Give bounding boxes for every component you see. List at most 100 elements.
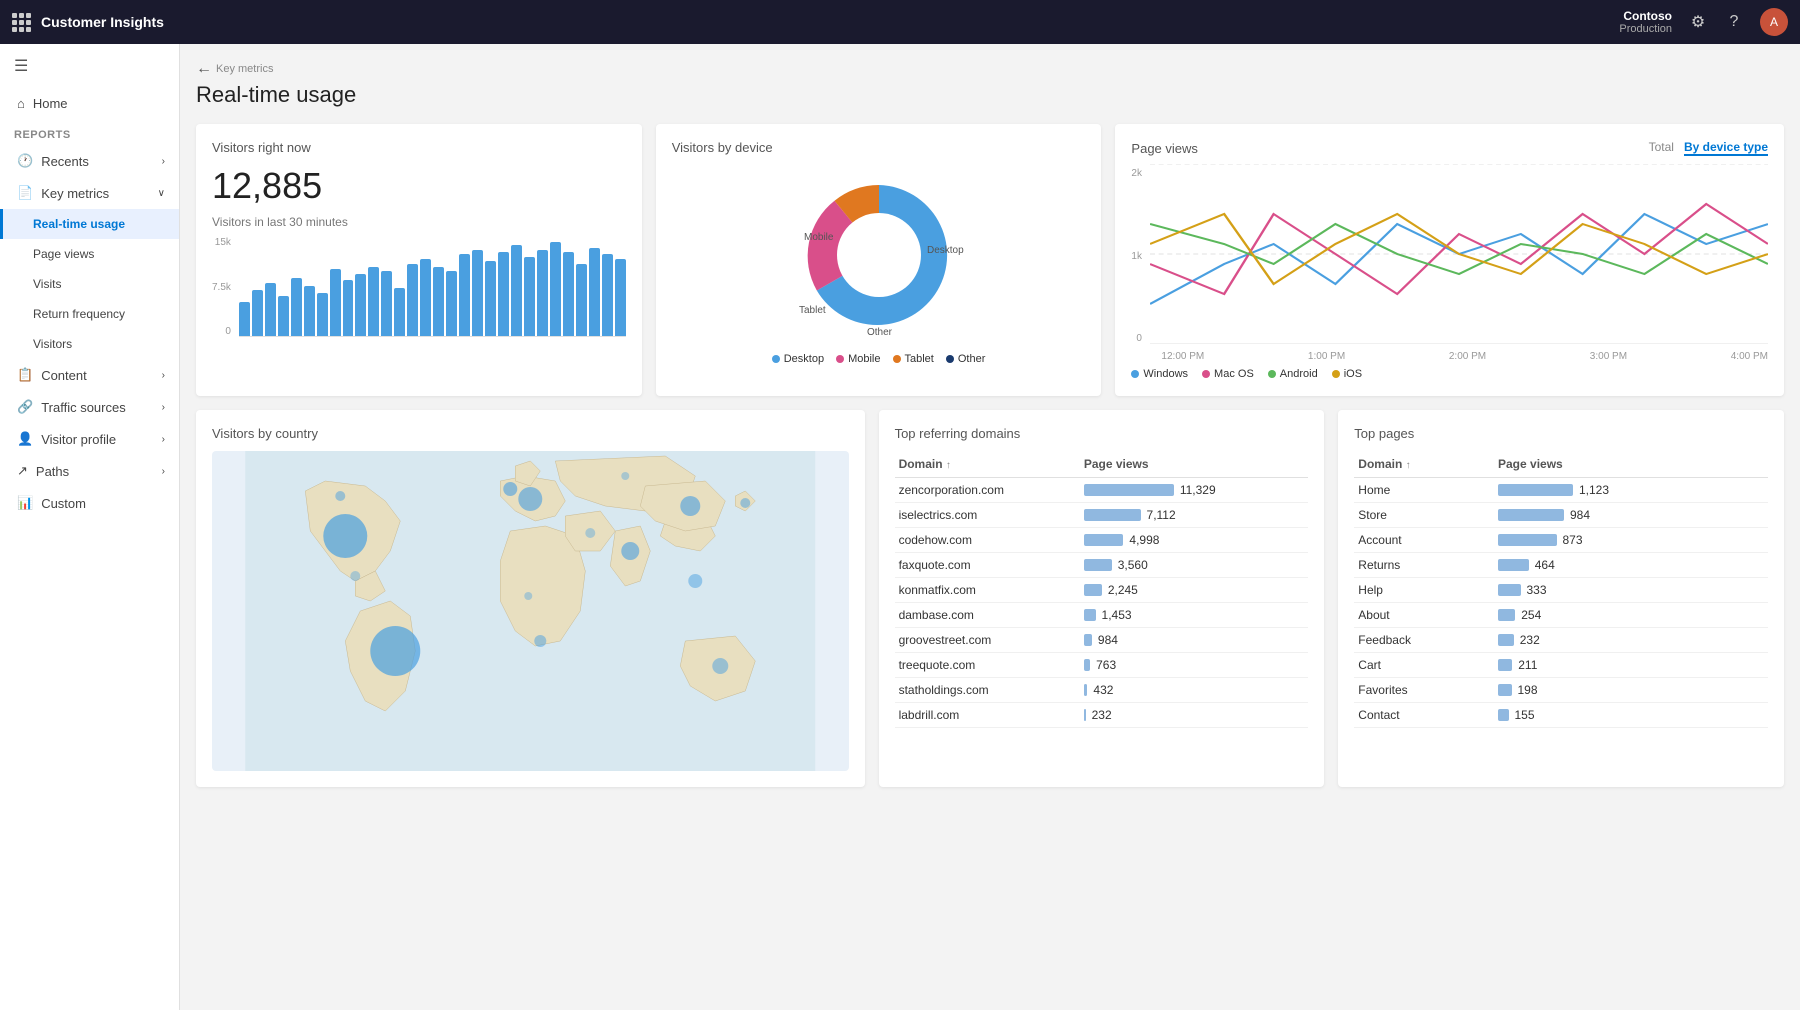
- table-row: Feedback 232: [1354, 628, 1768, 653]
- sidebar-item-visitor-profile[interactable]: 👤 Visitor profile ›: [0, 423, 179, 455]
- app-grid-icon[interactable]: [12, 13, 31, 32]
- bar: [472, 250, 483, 336]
- col-page-views-header: Page views: [1494, 451, 1768, 478]
- legend-macos-label: Mac OS: [1214, 368, 1254, 380]
- bar: [576, 264, 587, 336]
- legend-windows: Windows: [1131, 368, 1188, 380]
- sidebar-item-traffic-sources[interactable]: 🔗 Traffic sources ›: [0, 391, 179, 423]
- reports-section-label: Reports: [0, 119, 179, 145]
- mobile-dot: [836, 355, 844, 363]
- sidebar-item-page-views[interactable]: Page views: [0, 239, 179, 269]
- sidebar-item-recents[interactable]: 🕐 Recents ›: [0, 145, 179, 177]
- page-title: Real-time usage: [196, 82, 1784, 108]
- hamburger-icon[interactable]: ☰: [14, 56, 28, 76]
- page-views-cell: 873: [1494, 528, 1768, 553]
- page-cell: About: [1354, 603, 1494, 628]
- top-navigation: Customer Insights Contoso Production ⚙ ?…: [0, 0, 1800, 44]
- sidebar-item-real-time-usage[interactable]: Real-time usage: [0, 209, 179, 239]
- col-domain-header: Domain ↑: [895, 451, 1080, 478]
- domain-cell: dambase.com: [895, 603, 1080, 628]
- sidebar-item-content[interactable]: 📋 Content ›: [0, 359, 179, 391]
- org-name: Contoso: [1619, 9, 1672, 23]
- chevron-right-icon: ›: [162, 156, 165, 167]
- page-cell: Account: [1354, 528, 1494, 553]
- sort-page-icon[interactable]: ↑: [1406, 460, 1411, 471]
- bar: [368, 267, 379, 336]
- breadcrumb: ← Key metrics: [196, 60, 1784, 78]
- settings-icon[interactable]: ⚙: [1688, 12, 1708, 32]
- back-btn[interactable]: ←: [196, 60, 212, 78]
- domain-cell: treequote.com: [895, 653, 1080, 678]
- sidebar-item-home[interactable]: ⌂ Home: [0, 88, 179, 119]
- table-row: Contact 155: [1354, 703, 1768, 728]
- table-row: Help 333: [1354, 578, 1768, 603]
- page-views-cell: 155: [1494, 703, 1768, 728]
- pageviews-cell: 3,560: [1080, 553, 1308, 578]
- sidebar-item-visits[interactable]: Visits: [0, 269, 179, 299]
- map-svg: [212, 451, 849, 771]
- table-row: Store 984: [1354, 503, 1768, 528]
- sidebar-item-key-metrics[interactable]: 📄 Key metrics ∨: [0, 177, 179, 209]
- bar: [381, 271, 392, 336]
- x-label-1pm: 1:00 PM: [1308, 351, 1345, 362]
- visitors-now-title: Visitors right now: [212, 140, 626, 155]
- pv-y-2k: 2k: [1131, 168, 1142, 179]
- bar: [589, 248, 600, 336]
- avatar[interactable]: A: [1760, 8, 1788, 36]
- pageviews-cell: 4,998: [1080, 528, 1308, 553]
- legend-ios: iOS: [1332, 368, 1362, 380]
- domain-cell: faxquote.com: [895, 553, 1080, 578]
- domains-table: Domain ↑ Page views zencorporation.com 1…: [895, 451, 1309, 728]
- table-row: About 254: [1354, 603, 1768, 628]
- toggle-by-device[interactable]: By device type: [1684, 140, 1768, 156]
- pageviews-cell: 2,245: [1080, 578, 1308, 603]
- sidebar-item-paths[interactable]: ↗ Paths ›: [0, 455, 179, 487]
- pageviews-cell: 232: [1080, 703, 1308, 728]
- y-label-75k: 7.5k: [212, 282, 231, 293]
- content-icon: 📋: [17, 367, 33, 383]
- table-row: Home 1,123: [1354, 478, 1768, 503]
- table-row: Cart 211: [1354, 653, 1768, 678]
- line-chart-legend: Windows Mac OS Android iOS: [1131, 368, 1768, 380]
- legend-android-label: Android: [1280, 368, 1318, 380]
- home-icon: ⌂: [17, 96, 25, 111]
- donut-legend: Desktop Mobile Tablet Other: [672, 353, 1086, 365]
- sidebar-item-custom[interactable]: 📊 Custom: [0, 487, 179, 519]
- toggle-total[interactable]: Total: [1649, 140, 1674, 156]
- chevron-down-icon: ∨: [158, 188, 165, 199]
- app-title: Customer Insights: [41, 14, 1609, 30]
- bar: [265, 283, 276, 336]
- sidebar-return-frequency-label: Return frequency: [33, 307, 125, 321]
- other-dot: [946, 355, 954, 363]
- bar: [550, 242, 561, 336]
- table-row: Favorites 198: [1354, 678, 1768, 703]
- page-views-cell: 984: [1494, 503, 1768, 528]
- pageviews-cell: 7,112: [1080, 503, 1308, 528]
- x-label-3pm: 3:00 PM: [1590, 351, 1627, 362]
- table-row: konmatfix.com 2,245: [895, 578, 1309, 603]
- domain-cell: codehow.com: [895, 528, 1080, 553]
- sidebar-paths-label: Paths: [36, 464, 69, 479]
- pageviews-cell: 432: [1080, 678, 1308, 703]
- bar: [602, 254, 613, 336]
- visitors-by-country-card: Visitors by country: [196, 410, 865, 787]
- x-label-12pm: 12:00 PM: [1161, 351, 1204, 362]
- bar: [239, 302, 250, 336]
- help-icon[interactable]: ?: [1724, 12, 1744, 32]
- visitor-icon: 👤: [17, 431, 33, 447]
- sort-domain-icon[interactable]: ↑: [946, 460, 951, 471]
- bar: [252, 290, 263, 336]
- table-row: labdrill.com 232: [895, 703, 1309, 728]
- pageviews-cell: 1,453: [1080, 603, 1308, 628]
- bar: [317, 293, 328, 336]
- legend-mobile-label: Mobile: [848, 353, 880, 365]
- bar: [343, 280, 354, 336]
- legend-windows-label: Windows: [1143, 368, 1188, 380]
- domain-cell: groovestreet.com: [895, 628, 1080, 653]
- sidebar-item-visitors[interactable]: Visitors: [0, 329, 179, 359]
- bar: [291, 278, 302, 336]
- sidebar-item-return-frequency[interactable]: Return frequency: [0, 299, 179, 329]
- table-row: Account 873: [1354, 528, 1768, 553]
- legend-other-label: Other: [958, 353, 986, 365]
- key-metrics-icon: 📄: [17, 185, 33, 201]
